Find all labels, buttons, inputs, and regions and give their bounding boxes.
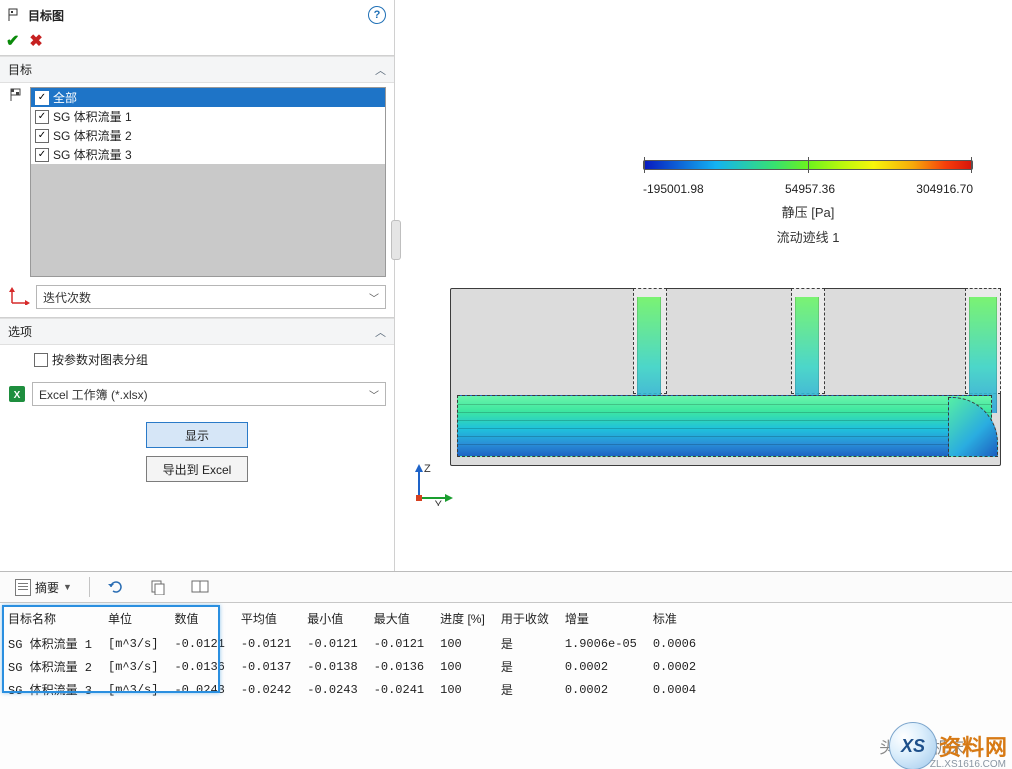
chevron-down-icon: ﹀ (369, 290, 379, 305)
goal-plot-icon (8, 8, 22, 22)
ok-button[interactable]: ✔ (6, 31, 19, 51)
goal-item-2[interactable]: ✓ SG 体积流量 2 (31, 126, 385, 145)
flow-model (450, 288, 1001, 466)
cell: -0.0137 (235, 655, 301, 678)
copy-all-button[interactable] (184, 575, 216, 599)
cell: 100 (434, 678, 495, 701)
goal-item-1[interactable]: ✓ SG 体积流量 1 (31, 107, 385, 126)
legend-mid: 54957.36 (785, 182, 835, 196)
column-header[interactable]: 平均值 (235, 607, 301, 632)
svg-text:Y: Y (435, 499, 443, 506)
axis-icon (8, 287, 30, 308)
table-row[interactable]: SG 体积流量 2[m^3/s]-0.0136-0.0137-0.0138-0.… (2, 655, 706, 678)
checkbox-icon[interactable]: ✓ (35, 148, 49, 162)
separator (89, 577, 90, 597)
xaxis-select[interactable]: 迭代次数 ﹀ (36, 285, 386, 309)
cell: -0.0242 (235, 678, 301, 701)
property-panel: 目标图 ? ✔ ✖ 目标 ︿ ✓ 全部 ✓ SG 体积流量 1 ✓ SG 体积流… (0, 0, 395, 571)
checkbox-icon[interactable]: ✓ (35, 129, 49, 143)
summary-dropdown[interactable]: 摘要 ▼ (8, 576, 79, 599)
column-header[interactable]: 数值 (168, 607, 234, 632)
cell: 0.0006 (647, 632, 706, 655)
checkbox-icon[interactable]: ✓ (35, 110, 49, 124)
column-header[interactable]: 标准 (647, 607, 706, 632)
brand-logo: XS 资料网 ZL.XS1616.COM (889, 722, 1012, 769)
copy-button[interactable] (142, 575, 174, 599)
chevron-down-icon: ▼ (63, 582, 72, 592)
cell: 是 (495, 655, 559, 678)
legend-label-1: 静压 [Pa] (643, 202, 973, 221)
goal-list[interactable]: ✓ 全部 ✓ SG 体积流量 1 ✓ SG 体积流量 2 ✓ SG 体积流量 3 (30, 87, 386, 277)
cell: -0.0121 (301, 632, 367, 655)
cell: 100 (434, 655, 495, 678)
column-header[interactable]: 用于收敛 (495, 607, 559, 632)
cell: [m^3/s] (102, 655, 168, 678)
collapse-goal-icon[interactable]: ︿ (375, 62, 386, 78)
cell: [m^3/s] (102, 632, 168, 655)
view-triad[interactable]: Z Y (409, 462, 453, 506)
cell: -0.0121 (168, 632, 234, 655)
legend-label-2: 流动迹线 1 (643, 227, 973, 246)
graphics-canvas[interactable]: -195001.98 54957.36 304916.70 静压 [Pa] 流动… (395, 0, 1012, 571)
color-legend: -195001.98 54957.36 304916.70 静压 [Pa] 流动… (643, 160, 973, 246)
goal-item-all[interactable]: ✓ 全部 (31, 88, 385, 107)
cell: 100 (434, 632, 495, 655)
refresh-button[interactable] (100, 575, 132, 599)
cell: [m^3/s] (102, 678, 168, 701)
cell: -0.0243 (301, 678, 367, 701)
svg-text:X: X (14, 390, 21, 401)
legend-max: 304916.70 (916, 182, 973, 196)
column-header[interactable]: 最大值 (368, 607, 434, 632)
cell: 是 (495, 678, 559, 701)
cell: SG 体积流量 2 (2, 655, 102, 678)
collapse-options-icon[interactable]: ︿ (375, 324, 386, 340)
column-header[interactable]: 进度 [%] (434, 607, 495, 632)
cell: -0.0121 (235, 632, 301, 655)
cell: SG 体积流量 3 (2, 678, 102, 701)
column-header[interactable]: 目标名称 (2, 607, 102, 632)
cell: -0.0136 (168, 655, 234, 678)
svg-text:Z: Z (424, 463, 431, 475)
checkbox-icon[interactable]: ✓ (35, 91, 49, 105)
help-icon[interactable]: ? (368, 6, 386, 24)
goal-section-title: 目标 (8, 61, 32, 78)
flag-icon (8, 88, 24, 102)
results-panel: 摘要 ▼ 目标名称单位数值平均值最小值最大值进度 [%]用于收敛增量标准 SG … (0, 572, 1012, 769)
goal-item-3[interactable]: ✓ SG 体积流量 3 (31, 145, 385, 164)
table-row[interactable]: SG 体积流量 1[m^3/s]-0.0121-0.0121-0.0121-0.… (2, 632, 706, 655)
cell: -0.0121 (368, 632, 434, 655)
export-excel-button[interactable]: 导出到 Excel (146, 456, 248, 482)
cancel-button[interactable]: ✖ (29, 31, 42, 51)
excel-icon: X (8, 385, 26, 403)
cell: 0.0002 (559, 678, 647, 701)
cell: -0.0138 (301, 655, 367, 678)
show-button[interactable]: 显示 (146, 422, 248, 448)
splitter-handle[interactable] (391, 220, 401, 260)
cell: 是 (495, 632, 559, 655)
cell: 0.0002 (647, 655, 706, 678)
checkbox-icon[interactable] (34, 353, 48, 367)
legend-min: -195001.98 (643, 182, 704, 196)
cell: -0.0241 (368, 678, 434, 701)
column-header[interactable]: 单位 (102, 607, 168, 632)
cell: -0.0136 (368, 655, 434, 678)
cell: SG 体积流量 1 (2, 632, 102, 655)
cell: 1.9006e-05 (559, 632, 647, 655)
column-header[interactable]: 增量 (559, 607, 647, 632)
column-header[interactable]: 最小值 (301, 607, 367, 632)
option-group-by-param[interactable]: 按参数对图表分组 (34, 351, 386, 368)
panel-title: 目标图 (28, 7, 64, 24)
cell: 0.0004 (647, 678, 706, 701)
chevron-down-icon: ﹀ (369, 387, 379, 402)
cell: 0.0002 (559, 655, 647, 678)
cell: -0.0243 (168, 678, 234, 701)
options-section-title: 选项 (8, 323, 32, 340)
results-table: 目标名称单位数值平均值最小值最大值进度 [%]用于收敛增量标准 SG 体积流量 … (2, 607, 706, 701)
gradient-bar (643, 160, 973, 170)
table-row[interactable]: SG 体积流量 3[m^3/s]-0.0243-0.0242-0.0243-0.… (2, 678, 706, 701)
export-format-select[interactable]: Excel 工作簿 (*.xlsx) ﹀ (32, 382, 386, 406)
document-icon (15, 579, 31, 596)
flow-channel (457, 395, 992, 457)
